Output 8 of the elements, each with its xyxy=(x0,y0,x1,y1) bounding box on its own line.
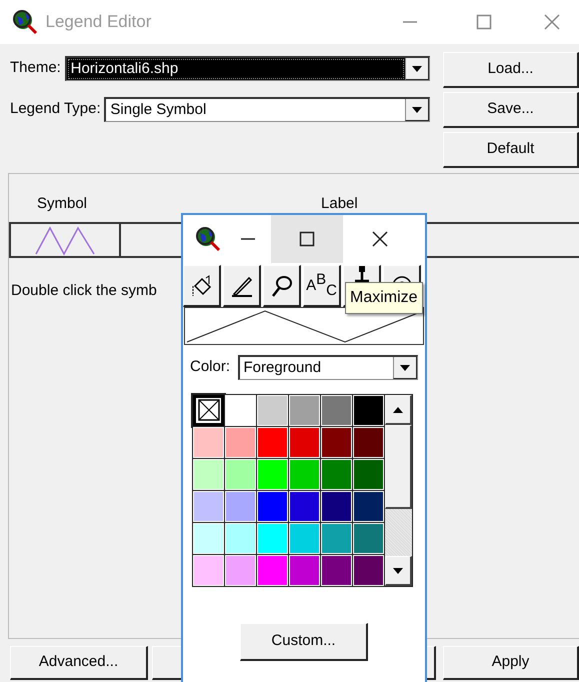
symbol-header: Symbol xyxy=(37,194,88,214)
hint-text: Double click the symb xyxy=(11,280,157,300)
legend-type-label: Legend Type: xyxy=(10,99,101,120)
label-header: Label xyxy=(321,194,358,214)
tooltip: Maximize xyxy=(345,282,423,314)
color-label: Color: xyxy=(190,357,230,378)
theme-label: Theme: xyxy=(10,58,61,78)
window-title: Legend Editor xyxy=(46,11,152,34)
